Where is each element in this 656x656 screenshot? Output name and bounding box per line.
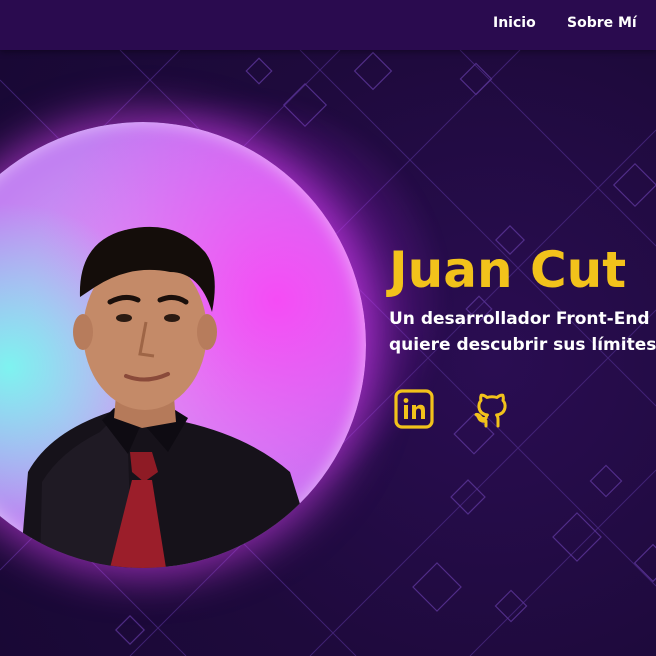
hero-section: Juan Cut Un desarrollador Front-End quie… bbox=[0, 50, 656, 656]
tagline-line-1: Un desarrollador Front-End bbox=[389, 309, 650, 329]
nav-link-sobre-mi[interactable]: Sobre Mí bbox=[567, 15, 637, 31]
page: Inicio Sobre Mí Juan Cut Un desarrollado… bbox=[0, 0, 656, 656]
profile-photo bbox=[20, 226, 320, 568]
hero-text: Juan Cut Un desarrollador Front-End quie… bbox=[389, 240, 656, 358]
tagline-line-2: quiere descubrir sus límites bbox=[389, 335, 656, 355]
hero-tagline: Un desarrollador Front-End quiere descub… bbox=[389, 306, 656, 358]
linkedin-icon[interactable] bbox=[393, 388, 435, 430]
github-icon[interactable] bbox=[471, 388, 513, 430]
hero-name: Juan Cut bbox=[389, 241, 627, 299]
navbar: Inicio Sobre Mí bbox=[0, 0, 656, 50]
nav-link-inicio[interactable]: Inicio bbox=[493, 15, 536, 31]
profile-photo-frame bbox=[0, 122, 366, 568]
